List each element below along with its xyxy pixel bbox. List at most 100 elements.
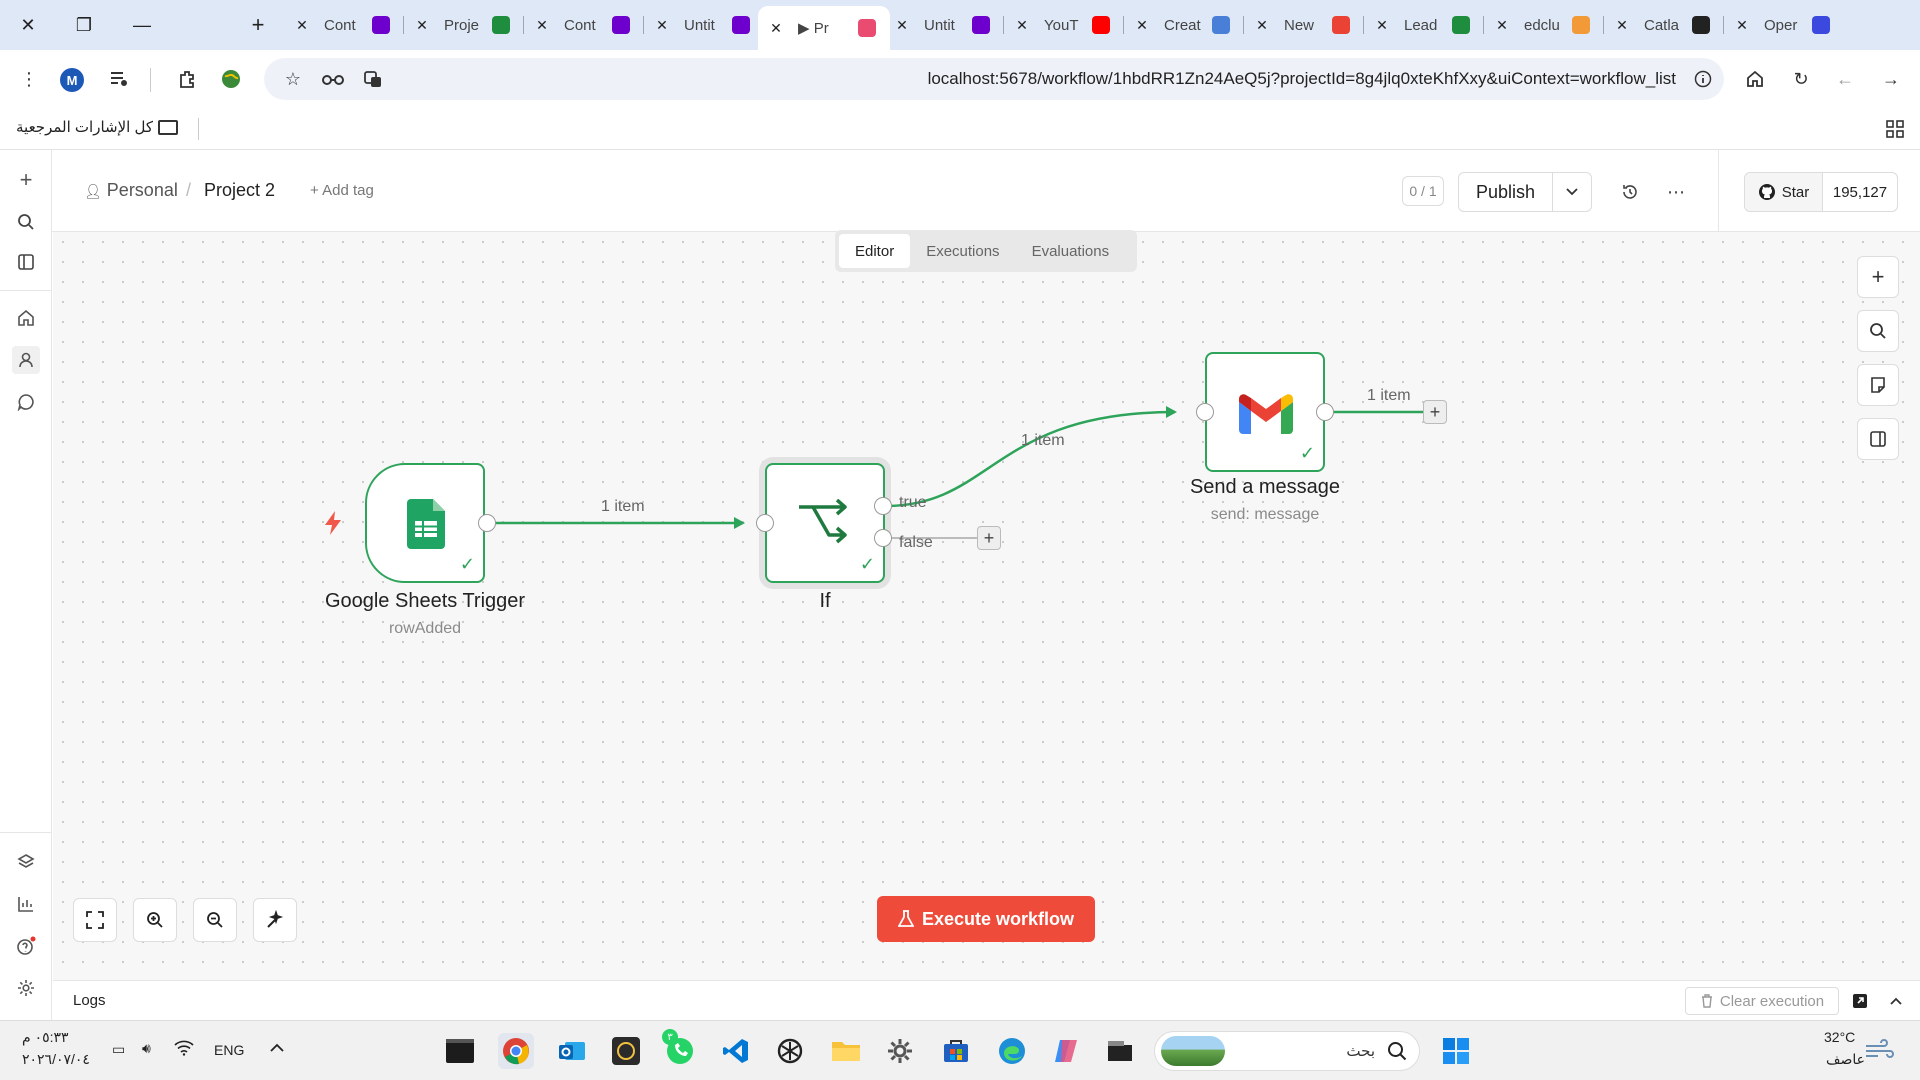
browser-tab[interactable]: ✕ Cont — [523, 6, 644, 44]
trigger-output-port[interactable] — [478, 514, 496, 532]
forward-icon[interactable]: → — [1876, 64, 1906, 94]
profile-avatar[interactable]: M — [60, 68, 84, 92]
home-icon[interactable] — [12, 304, 40, 332]
site-info-icon[interactable] — [1688, 64, 1718, 94]
edge-app-icon[interactable] — [994, 1033, 1030, 1069]
sticky-note-button[interactable] — [1857, 364, 1899, 406]
browser-tab[interactable]: ✕ Catla — [1603, 6, 1724, 44]
extensions-icon[interactable] — [172, 64, 202, 94]
gmail-input-port[interactable] — [1196, 403, 1214, 421]
chatgpt-app-icon[interactable] — [772, 1033, 808, 1069]
browser-tab[interactable]: ✕ YouT — [1003, 6, 1124, 44]
close-tab-icon[interactable]: ✕ — [292, 17, 312, 34]
browser-tab[interactable]: ✕ Untit — [884, 6, 1004, 44]
personal-user-icon[interactable] — [12, 346, 40, 374]
show-hidden-icons-chevron-icon[interactable] — [270, 1040, 284, 1056]
reload-icon[interactable]: ↻ — [1786, 64, 1816, 94]
settings-app-icon[interactable] — [882, 1033, 918, 1069]
close-tab-icon[interactable]: ✕ — [766, 20, 786, 37]
outlook-app-icon[interactable] — [554, 1033, 590, 1069]
apps-grid-icon[interactable] — [1880, 114, 1910, 144]
start-windows-icon[interactable] — [1438, 1033, 1474, 1069]
close-tab-icon[interactable]: ✕ — [1252, 17, 1272, 34]
zoom-in-button[interactable] — [133, 898, 177, 942]
add-tag-button[interactable]: + Add tag — [310, 182, 374, 199]
workflow-canvas[interactable]: Editor Executions Evaluations + ✓ Google… — [53, 230, 1920, 980]
help-icon[interactable] — [12, 932, 40, 960]
browser-tab[interactable]: ✕ edclu — [1483, 6, 1604, 44]
browser-tab[interactable]: ✕ Creat — [1123, 6, 1244, 44]
node-if[interactable]: ✓ — [765, 463, 885, 583]
toggle-sidebar-icon[interactable] — [12, 248, 40, 276]
omnibox[interactable]: ☆ localhost:5678/workflow/1hbdRR1Zn24AeQ… — [264, 58, 1724, 100]
browser-tab[interactable]: ✕ Untit — [643, 6, 764, 44]
minimize-window-icon[interactable]: — — [118, 0, 166, 50]
all-bookmarks-label[interactable]: كل الإشارات المرجعية — [16, 118, 153, 136]
file-explorer-app-icon[interactable] — [828, 1033, 864, 1069]
browser-tab[interactable]: ✕ Proje — [403, 6, 524, 44]
if-input-port[interactable] — [756, 514, 774, 532]
gmail-output-port[interactable] — [1316, 403, 1334, 421]
if-true-output-port[interactable] — [874, 497, 892, 515]
chevron-up-icon[interactable] — [1881, 986, 1911, 1016]
breadcrumb-project[interactable]: Project 2 — [204, 180, 275, 201]
github-star-button[interactable]: Star — [1745, 173, 1823, 211]
close-tab-icon[interactable]: ✕ — [1132, 17, 1152, 34]
chrome-app-icon[interactable] — [498, 1033, 534, 1069]
close-tab-icon[interactable]: ✕ — [892, 17, 912, 34]
add-node-false-branch-button[interactable]: + — [977, 526, 1001, 550]
battery-icon[interactable]: ▭ — [112, 1041, 125, 1058]
insights-icon[interactable] — [12, 890, 40, 918]
menu-dots-icon[interactable]: ⋮ — [14, 64, 44, 94]
clear-execution-button[interactable]: Clear execution — [1685, 987, 1839, 1015]
close-tab-icon[interactable]: ✕ — [652, 17, 672, 34]
browser-tab[interactable]: ✕ Lead — [1363, 6, 1484, 44]
weather-temperature[interactable]: 32°C — [1824, 1029, 1855, 1045]
url-text[interactable]: localhost:5678/workflow/1hbdRR1Zn24AeQ5j… — [928, 69, 1676, 89]
add-node-button[interactable]: + — [1857, 256, 1899, 298]
bookmark-folder-icon[interactable] — [158, 120, 178, 135]
browser-tab[interactable]: ✕ New — [1243, 6, 1364, 44]
close-tab-icon[interactable]: ✕ — [1372, 17, 1392, 34]
cursor-app-icon[interactable] — [608, 1033, 644, 1069]
close-tab-icon[interactable]: ✕ — [1732, 17, 1752, 34]
close-tab-icon[interactable]: ✕ — [1492, 17, 1512, 34]
fit-view-button[interactable] — [73, 898, 117, 942]
settings-gear-icon[interactable] — [12, 974, 40, 1002]
logs-label[interactable]: Logs — [73, 992, 106, 1009]
browser-tab[interactable]: ✕ ▶ Pr — [758, 6, 890, 50]
wind-weather-icon[interactable] — [1864, 1039, 1894, 1062]
close-tab-icon[interactable]: ✕ — [1612, 17, 1632, 34]
toggle-panel-button[interactable] — [1857, 418, 1899, 460]
taskbar-time[interactable]: ٠٥:٣٣ م — [22, 1029, 69, 1046]
add-icon[interactable]: + — [12, 166, 40, 194]
home-icon[interactable] — [1740, 64, 1770, 94]
publish-button[interactable]: Publish — [1459, 173, 1553, 211]
window-app-icon[interactable] — [1102, 1033, 1138, 1069]
chat-icon[interactable] — [12, 388, 40, 416]
templates-icon[interactable] — [12, 848, 40, 876]
tab-editor[interactable]: Editor — [839, 234, 911, 268]
whatsapp-app-icon[interactable]: ٣ — [662, 1029, 698, 1069]
copilot-app-icon[interactable] — [1048, 1033, 1084, 1069]
tab-evaluations[interactable]: Evaluations — [1016, 234, 1126, 268]
search-nodes-button[interactable] — [1857, 310, 1899, 352]
vscode-app-icon[interactable] — [718, 1033, 754, 1069]
language-indicator[interactable]: ENG — [214, 1042, 244, 1058]
media-control-icon[interactable] — [104, 64, 134, 94]
store-app-icon[interactable] — [938, 1033, 974, 1069]
bookmark-star-icon[interactable]: ☆ — [278, 64, 308, 94]
back-icon[interactable]: ← — [1830, 64, 1860, 94]
close-window-icon[interactable]: ✕ — [4, 0, 52, 50]
globe-extension-icon[interactable] — [216, 64, 246, 94]
publish-dropdown-chevron-icon[interactable] — [1553, 173, 1591, 211]
restore-window-icon[interactable]: ❐ — [60, 0, 108, 50]
browser-tab[interactable]: ✕ Oper — [1723, 6, 1844, 44]
more-options-icon[interactable]: ⋯ — [1664, 180, 1688, 204]
search-icon[interactable] — [12, 208, 40, 236]
close-tab-icon[interactable]: ✕ — [412, 17, 432, 34]
taskbar-search-box[interactable]: بحث — [1154, 1031, 1420, 1071]
wifi-icon[interactable] — [174, 1040, 194, 1059]
execute-workflow-button[interactable]: Execute workflow — [877, 896, 1095, 942]
close-tab-icon[interactable]: ✕ — [532, 17, 552, 34]
